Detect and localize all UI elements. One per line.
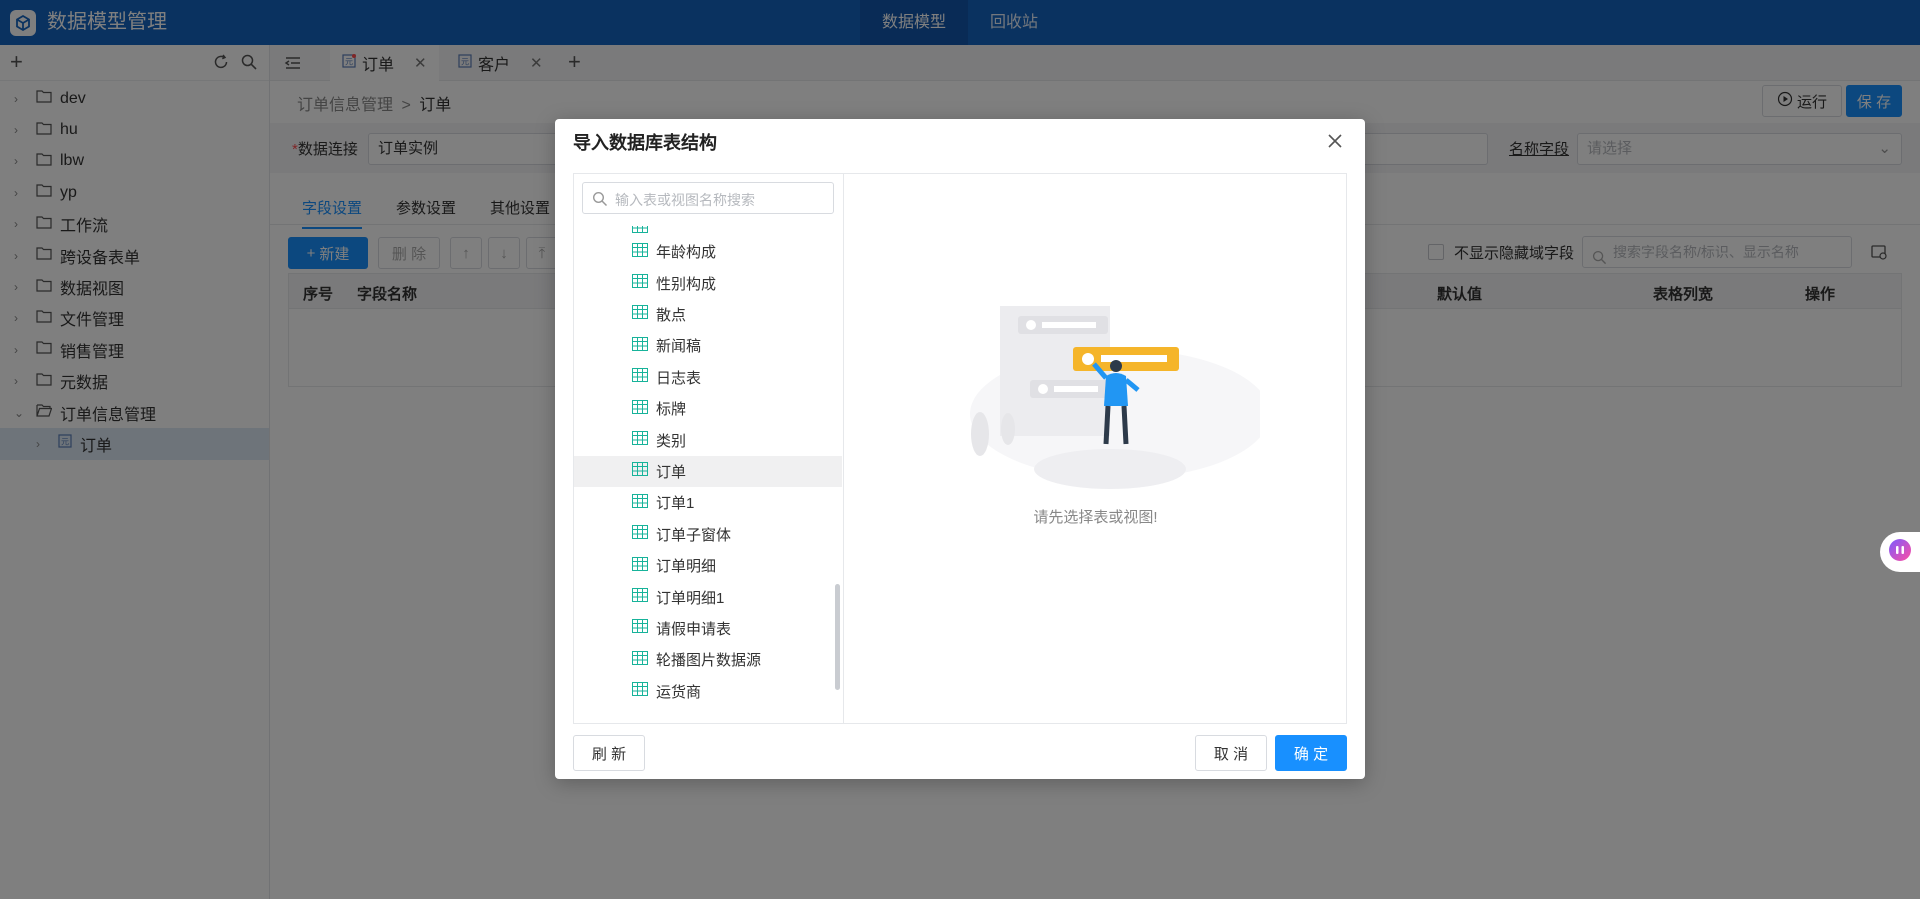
list-item[interactable]: 类别 bbox=[574, 424, 842, 455]
table-icon bbox=[632, 682, 648, 700]
list-item[interactable]: 性别构成 bbox=[574, 267, 842, 298]
list-item[interactable]: 标牌 bbox=[574, 393, 842, 424]
list-item-label: 订单 bbox=[656, 463, 687, 481]
list-item[interactable]: 日志表 bbox=[574, 362, 842, 393]
dialog-body: 输入表或视图名称搜索 年龄构成 性别构成 散点 新闻稿 日志表 标牌 类别 订单… bbox=[573, 173, 1347, 724]
list-item-label: 日志表 bbox=[656, 369, 702, 387]
search-icon bbox=[592, 191, 608, 211]
list-item-label: 年龄构成 bbox=[656, 244, 717, 262]
table-icon bbox=[632, 305, 648, 323]
table-icon bbox=[632, 650, 648, 669]
list-item-label: 订单明细 bbox=[656, 558, 717, 576]
preview-panel: 请先选择表或视图! bbox=[845, 174, 1346, 723]
table-icon bbox=[632, 399, 648, 418]
table-icon bbox=[632, 619, 648, 637]
table-icon bbox=[632, 525, 648, 543]
table-icon bbox=[632, 336, 648, 355]
list-item[interactable]: 订单子窗体 bbox=[574, 519, 842, 550]
table-search-input[interactable]: 输入表或视图名称搜索 bbox=[582, 182, 834, 214]
confirm-button[interactable]: 确 定 bbox=[1275, 735, 1347, 771]
dialog-title: 导入数据库表结构 bbox=[573, 133, 717, 153]
list-item[interactable]: 订单1 bbox=[574, 487, 842, 518]
list-item-label: 订单1 bbox=[656, 495, 695, 513]
table-icon bbox=[632, 556, 648, 575]
list-item-label: 性别构成 bbox=[656, 275, 717, 293]
table-icon bbox=[632, 274, 648, 292]
table-list-panel: 输入表或视图名称搜索 年龄构成 性别构成 散点 新闻稿 日志表 标牌 类别 订单… bbox=[574, 174, 844, 723]
list-item[interactable]: 新闻稿 bbox=[574, 330, 842, 361]
list-item-label: 新闻稿 bbox=[656, 338, 702, 356]
list-item[interactable]: 请假申请表 bbox=[574, 613, 842, 644]
refresh-button[interactable]: 刷 新 bbox=[573, 735, 645, 771]
list-item-label: 请假申请表 bbox=[656, 620, 732, 638]
cancel-button[interactable]: 取 消 bbox=[1195, 735, 1267, 771]
table-icon bbox=[632, 493, 648, 512]
table-icon bbox=[632, 368, 648, 386]
list-item-label: 运货商 bbox=[656, 683, 702, 701]
close-icon[interactable] bbox=[1327, 133, 1343, 153]
assistant-float-button[interactable] bbox=[1880, 532, 1920, 572]
table-icon bbox=[632, 462, 648, 480]
list-item-label: 标牌 bbox=[656, 401, 687, 419]
list-item-label: 订单子窗体 bbox=[656, 526, 732, 544]
list-item-selected[interactable]: 订单 bbox=[574, 455, 842, 488]
list-scrollbar[interactable] bbox=[835, 584, 840, 690]
list-item[interactable]: 订单明细 bbox=[574, 550, 842, 581]
table-icon bbox=[632, 588, 648, 606]
list-item[interactable]: 年龄构成 bbox=[574, 236, 842, 267]
list-item-label: 类别 bbox=[656, 432, 687, 450]
table-list: 年龄构成 性别构成 散点 新闻稿 日志表 标牌 类别 订单 订单1 订单子窗体 … bbox=[574, 226, 842, 716]
empty-illustration bbox=[970, 306, 1260, 489]
list-item-label: 轮播图片数据源 bbox=[656, 652, 762, 670]
list-item[interactable]: 运货商 bbox=[574, 676, 842, 707]
table-search-placeholder: 输入表或视图名称搜索 bbox=[615, 192, 755, 208]
table-icon bbox=[632, 242, 648, 261]
assistant-icon bbox=[1888, 538, 1912, 566]
table-icon bbox=[632, 431, 648, 449]
list-item[interactable]: 轮播图片数据源 bbox=[574, 644, 842, 675]
list-item[interactable]: 散点 bbox=[574, 299, 842, 330]
list-item[interactable]: 订单明细1 bbox=[574, 581, 842, 612]
empty-text: 请先选择表或视图! bbox=[1033, 509, 1158, 526]
import-dialog: 导入数据库表结构 输入表或视图名称搜索 年龄构成 性别构成 散点 新闻稿 日志表… bbox=[555, 119, 1365, 779]
list-item-label: 订单明细1 bbox=[656, 589, 725, 607]
list-item-label: 散点 bbox=[656, 306, 687, 324]
